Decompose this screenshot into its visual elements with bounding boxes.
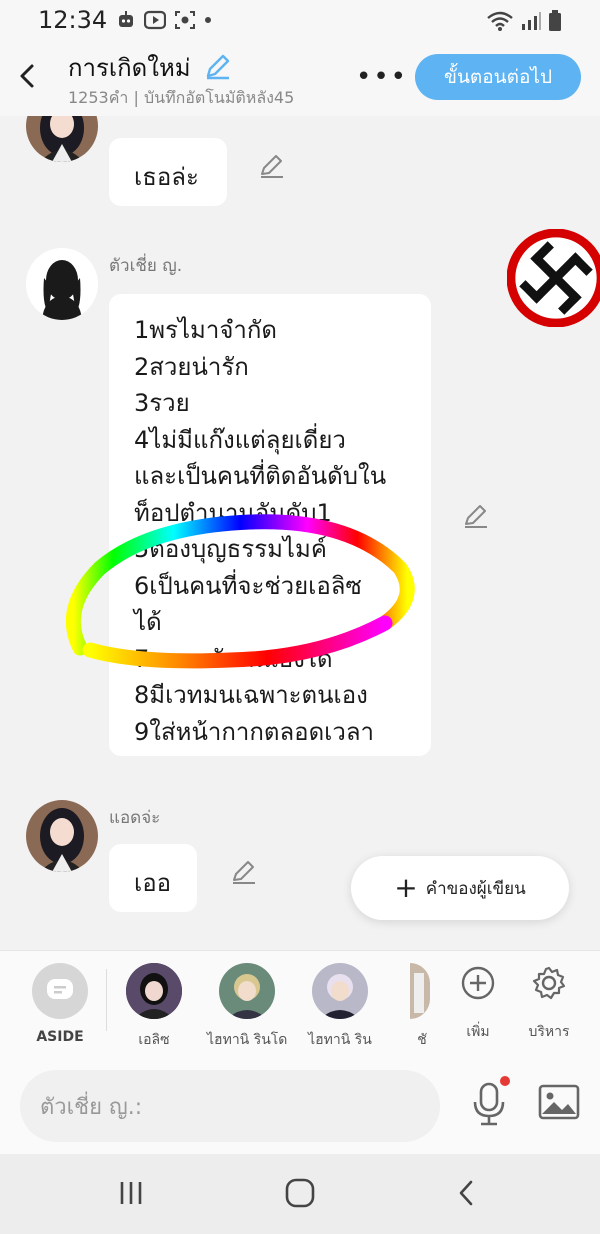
message-line: 8มีเวทมนเฉพาะตนเอง [134,681,368,709]
avatar[interactable] [26,248,98,320]
anime-girl-avatar-icon [26,800,98,872]
message-text: เออ [134,869,172,897]
character-label: บริหาร [528,1024,570,1040]
character-item[interactable]: ไฮทานิ ริน [300,963,380,1051]
character-avatar [312,963,368,1019]
message-text: เธอล่ะ [134,163,199,191]
plus-circle-icon [461,966,495,1000]
image-icon[interactable] [538,1084,580,1120]
character-avatar [410,963,430,1019]
signal-icon [522,12,541,30]
chat-area[interactable]: เธอล่ะ ตัวเชี่ย ญ. 1พรไมาจำกัด 2สวยน่ารั… [0,116,600,950]
gear-icon [532,966,566,1000]
character-avatar [126,963,182,1019]
character-label: ชั [417,1032,427,1048]
message-input[interactable]: ตัวเชี่ย ญ.: [20,1070,440,1142]
character-avatar [219,963,275,1019]
battery-icon [549,10,561,31]
system-nav-bar [0,1154,600,1234]
character-label: เอลิซ [138,1032,170,1048]
message-line: 1พรไมาจำกัด [134,316,278,344]
pencil-icon[interactable] [230,858,258,886]
silhouette-avatar-icon [26,248,98,320]
character-item[interactable]: ชั [404,963,440,1051]
rainbow-scribble [65,514,415,669]
recents-icon[interactable] [117,1178,145,1208]
chat-bubble-icon [32,963,88,1019]
notification-icons [116,10,212,30]
wifi-icon [487,11,513,31]
sender-name: แอดจ่ะ [109,808,161,828]
character-label: ไฮทานิ ริน [308,1032,372,1048]
dot-icon [205,17,211,23]
home-icon[interactable] [284,1178,316,1208]
play-icon [144,10,166,30]
status-time: 12:34 [38,6,108,34]
next-step-button[interactable]: ขั้นตอนต่อไป [415,54,581,100]
edit-title-pencil-icon[interactable] [204,52,232,80]
character-item[interactable]: ไฮทานิ รินโด [207,963,287,1051]
word-count-autosave: 1253คำ | บันทึกอัตโนมัติหลัง45 [68,88,295,107]
more-icon[interactable]: ••• [356,62,408,92]
avatar[interactable] [26,800,98,872]
author-word-button[interactable]: + คำของผู้เขียน [351,856,569,920]
pencil-icon[interactable] [258,152,286,180]
pencil-icon[interactable] [462,502,490,530]
page-title: การเกิดใหม่ [68,54,191,82]
character-label: ไฮทานิ รินโด [207,1032,288,1048]
divider [106,969,107,1031]
message-line: และเป็นคนที่ติดอันดับใน [134,462,387,490]
back-icon[interactable] [455,1178,479,1208]
aside-button[interactable]: ASIDE [20,963,100,1045]
anime-girl-avatar-icon [26,116,98,162]
message-bubble[interactable]: เธอล่ะ [109,138,227,206]
message-line: 4ไม่มีแก๊งแต่ลุยเดี่ยว [134,425,346,454]
manage-button[interactable]: บริหาร [509,963,589,1043]
swastika-sticker-icon [507,229,600,327]
screen-record-icon [175,11,195,29]
author-word-label: คำของผู้เขียน [425,878,526,899]
character-item[interactable]: เอลิซ [114,963,194,1051]
recording-dot [500,1076,510,1086]
message-line: 2สวยน่ารัก [134,352,249,381]
character-label: เพิ่ม [466,1024,490,1040]
back-arrow-icon[interactable] [14,60,42,92]
input-bar: ตัวเชี่ย ญ.: [0,1058,600,1154]
status-bar: 12:34 [0,0,600,42]
avatar[interactable] [26,116,98,162]
message-bubble[interactable]: เออ [109,844,197,912]
message-line: 9ใส่หน้ากากตลอดเวลา [134,717,375,746]
add-character-button[interactable]: เพิ่ม [438,963,518,1043]
sender-name: ตัวเชี่ย ญ. [109,256,183,276]
character-bar: ASIDE เอลิซ ไฮทานิ รินโด ไฮทานิ ริน ชั เ… [0,950,600,1058]
plus-icon: + [394,871,418,904]
mic-icon[interactable] [470,1082,508,1126]
message-line: 3รวย [134,389,190,417]
character-label: ASIDE [36,1029,84,1045]
system-icons [486,10,562,32]
top-bar: การเกิดใหม่ 1253คำ | บันทึกอัตโนมัติหลัง… [0,42,600,116]
bot-icon [119,11,133,27]
